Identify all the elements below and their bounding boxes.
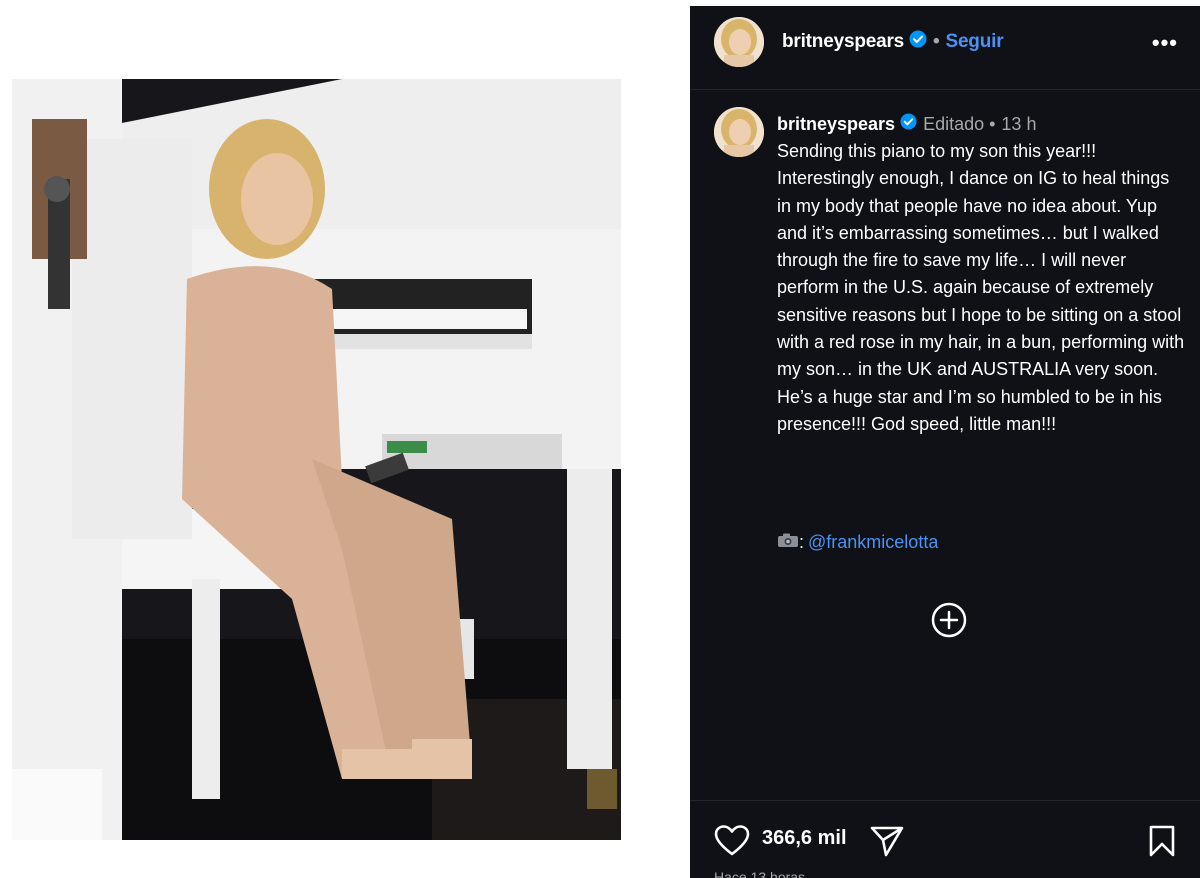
credit-prefix: : [799,532,805,552]
plus-circle-icon[interactable] [931,602,967,643]
post-actions: 366,6 mil Hace 13 horas [690,800,1200,878]
post-panel: britneyspears • Seguir ••• britneyspears [690,6,1200,878]
avatar-image [714,107,764,157]
header-user-row: britneyspears • Seguir [782,30,1004,54]
likes-count[interactable]: 366,6 mil [762,827,847,850]
verified-badge-icon [909,30,927,54]
time-ago: Hace 13 horas [714,869,806,878]
separator-dot: • [933,31,940,52]
username[interactable]: britneyspears [782,31,904,53]
photo-illustration [12,79,621,840]
caption-text: Sending this piano to my son this year!!… [777,141,1185,434]
post-time: 13 h [1001,113,1037,134]
post-header: britneyspears • Seguir ••• [690,6,1200,90]
edited-label: Editado • [923,113,996,134]
caption-header: britneyspears Editado • 13 h [777,113,1036,135]
heart-icon[interactable] [714,825,750,862]
paper-plane-icon[interactable] [870,825,904,862]
follow-button[interactable]: Seguir [945,31,1003,53]
photo-credit: : @frankmicelotta [777,532,938,553]
verified-badge-icon [900,113,917,135]
caption-avatar[interactable] [714,107,764,157]
avatar-image [714,17,764,67]
caption-username[interactable]: britneyspears [777,114,895,135]
more-options-icon[interactable]: ••• [1152,30,1178,56]
credit-handle-link[interactable]: @frankmicelotta [808,532,938,553]
bookmark-icon[interactable] [1148,825,1176,862]
camera-icon [777,532,799,553]
avatar[interactable] [714,17,764,67]
post-photo [12,79,621,840]
